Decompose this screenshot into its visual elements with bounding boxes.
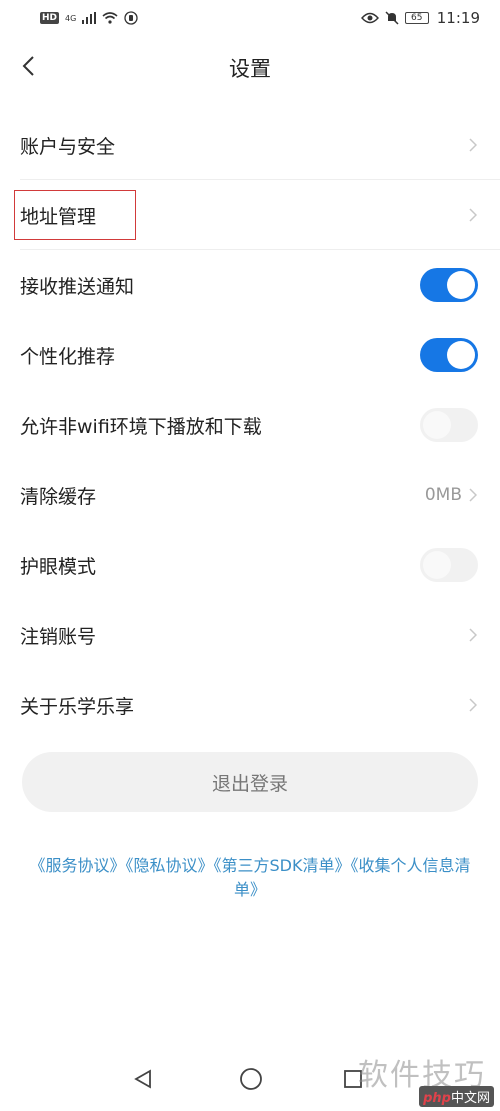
hand-icon [124, 11, 138, 25]
toggle-knob [423, 411, 451, 439]
chevron-right-icon [468, 627, 478, 643]
battery-icon: 65 [404, 12, 429, 24]
mute-bell-icon [385, 11, 399, 25]
status-left: HD 4G [40, 11, 138, 25]
eye-protection-toggle[interactable] [420, 548, 478, 582]
settings-item-label: 关于乐学乐享 [20, 695, 135, 718]
settings-item-eye-protection: 护眼模式 [0, 530, 500, 600]
chevron-right-icon [468, 207, 478, 223]
settings-item-deactivate-account[interactable]: 注销账号 [0, 600, 500, 670]
status-bar: HD 4G 65 11:19 [0, 0, 500, 36]
settings-item-non-wifi-playback: 允许非wifi环境下播放和下载 [0, 390, 500, 460]
settings-item-account-security[interactable]: 账户与安全 [0, 110, 500, 180]
header: 设置 [0, 36, 500, 98]
settings-item-about[interactable]: 关于乐学乐享 [0, 670, 500, 740]
signal-icon [82, 12, 97, 24]
settings-item-personalized-recommendations: 个性化推荐 [0, 320, 500, 390]
chevron-right-icon [468, 137, 478, 153]
settings-item-label: 允许非wifi环境下播放和下载 [20, 415, 262, 438]
toggle-knob [447, 271, 475, 299]
non-wifi-playback-toggle[interactable] [420, 408, 478, 442]
cache-size-value: 0MB [424, 485, 462, 505]
settings-item-label: 注销账号 [20, 625, 97, 648]
highlight-annotation [14, 190, 136, 240]
status-right: 65 11:19 [360, 9, 480, 27]
circle-home-icon [240, 1068, 262, 1090]
settings-item-label: 账户与安全 [20, 135, 116, 158]
settings-item-push-notifications: 接收推送通知 [0, 250, 500, 320]
toggle-knob [447, 341, 475, 369]
logout-button[interactable]: 退出登录 [22, 752, 478, 812]
settings-item-label: 护眼模式 [20, 555, 97, 578]
page-title: 设置 [229, 57, 271, 81]
hd-badge: HD [40, 12, 60, 24]
push-notifications-toggle[interactable] [420, 268, 478, 302]
third-party-sdk-link[interactable]: 《第三方SDK清单》 [214, 856, 351, 875]
watermark-site: php中文网 [419, 1086, 494, 1107]
nav-back-button[interactable] [128, 1064, 158, 1094]
toggle-knob [423, 551, 451, 579]
agreements-links: 《服务协议》《隐私协议》《第三方SDK清单》《收集个人信息清单》 [24, 854, 476, 902]
eye-icon [360, 12, 379, 24]
settings-item-clear-cache[interactable]: 清除缓存 0MB [0, 460, 500, 530]
personalized-recommendations-toggle[interactable] [420, 338, 478, 372]
settings-item-label: 接收推送通知 [20, 275, 135, 298]
triangle-back-icon [134, 1069, 151, 1089]
clock: 11:19 [436, 9, 480, 27]
nav-home-button[interactable] [236, 1064, 266, 1094]
wifi-icon [102, 12, 118, 24]
chevron-right-icon [468, 697, 478, 713]
settings-item-label: 个性化推荐 [20, 345, 116, 368]
privacy-policy-link[interactable]: 《隐私协议》 [126, 856, 214, 875]
network-type: 4G [65, 13, 77, 23]
chevron-right-icon [468, 487, 478, 503]
service-agreement-link[interactable]: 《服务协议》 [29, 856, 125, 875]
settings-item-label: 清除缓存 [20, 485, 97, 508]
